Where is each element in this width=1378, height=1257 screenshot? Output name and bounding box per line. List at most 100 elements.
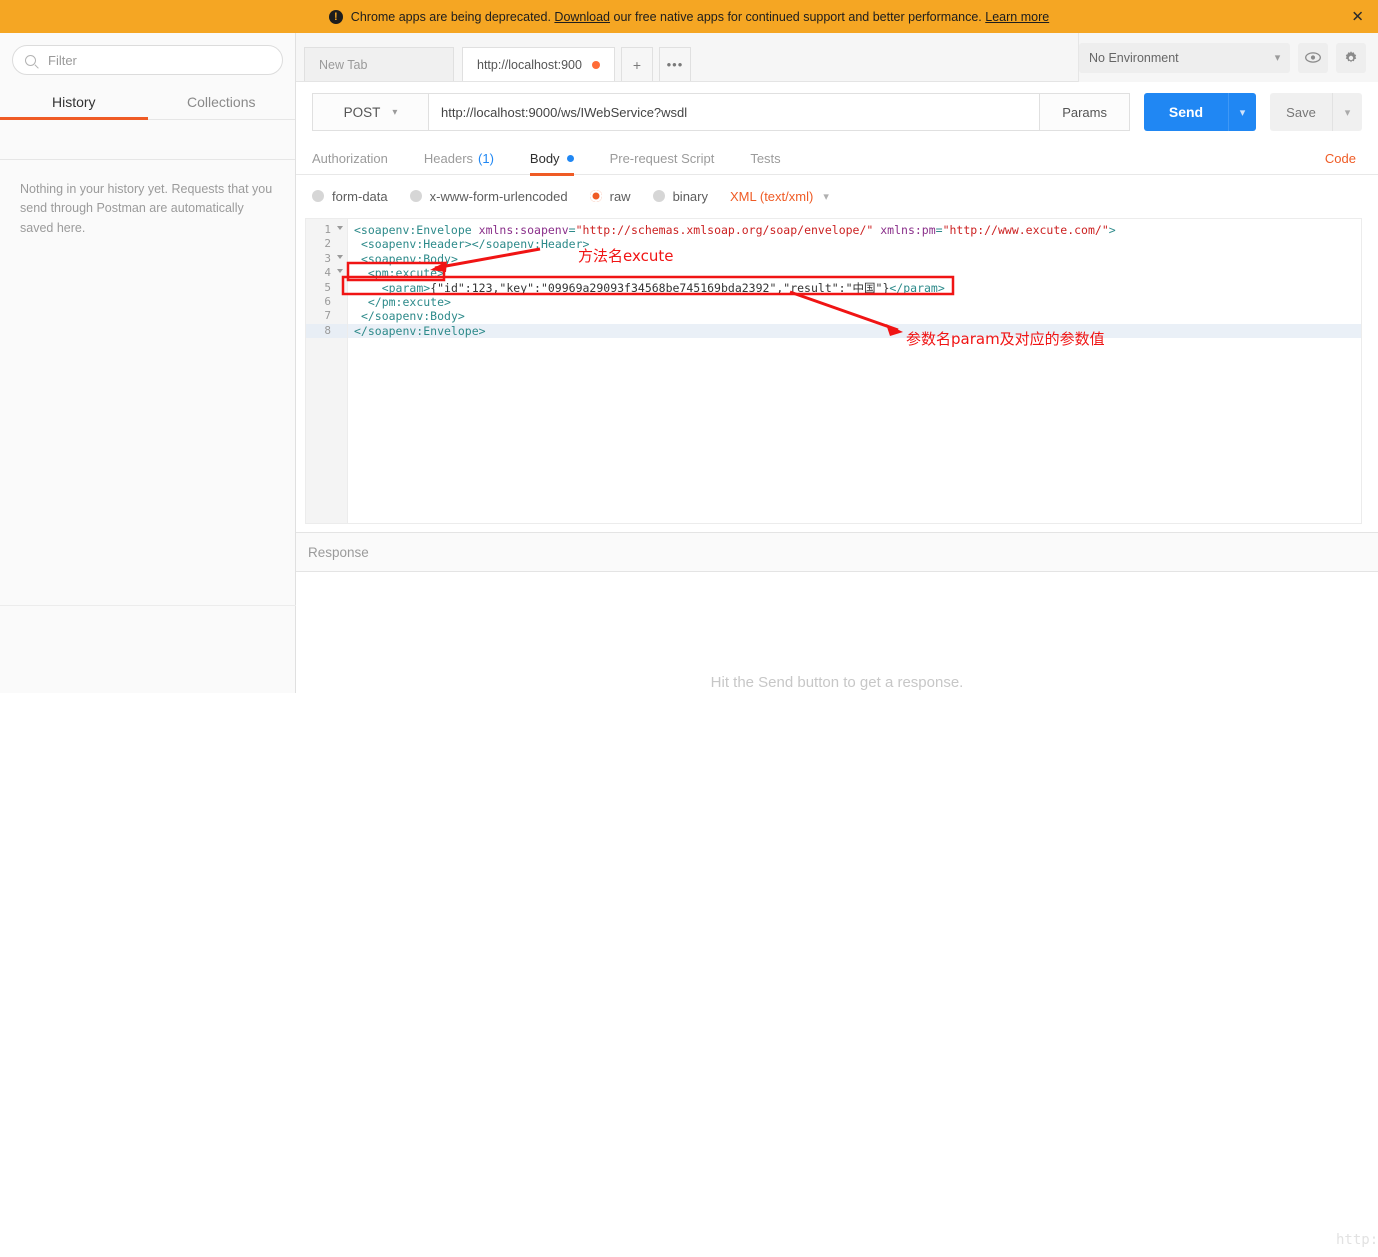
editor-code-line[interactable]: <soapenv:Header></soapenv:Header> xyxy=(348,237,1361,251)
response-body: Hit the Send button to get a response. h… xyxy=(296,572,1378,1248)
body-type-form-data-label: form-data xyxy=(332,188,388,204)
editor-code-area[interactable]: <soapenv:Envelope xmlns:soapenv="http://… xyxy=(348,219,1361,523)
tab-authorization[interactable]: Authorization xyxy=(296,142,406,175)
body-type-binary-label: binary xyxy=(672,188,708,204)
tab-options-button[interactable]: ••• xyxy=(658,47,691,81)
editor-code-line[interactable]: </soapenv:Body> xyxy=(348,309,1361,323)
save-dropdown-chevron-down-icon[interactable]: ▾ xyxy=(1332,93,1362,131)
fold-arrow-icon[interactable] xyxy=(337,226,343,230)
tab-body-label: Body xyxy=(529,150,560,166)
sidebar-subheader xyxy=(0,120,295,160)
response-header: Response xyxy=(296,532,1378,572)
body-type-raw[interactable]: raw xyxy=(589,188,631,204)
editor-line-number: 2 xyxy=(324,237,331,251)
body-type-binary[interactable]: binary xyxy=(652,188,708,204)
params-button[interactable]: Params xyxy=(1040,93,1130,131)
tab-authorization-label: Authorization xyxy=(312,150,388,166)
radio-icon xyxy=(409,190,422,202)
tab-localhost-request[interactable]: http://localhost:900 xyxy=(462,47,615,81)
body-type-urlencoded-label: x-www-form-urlencoded xyxy=(429,188,568,204)
sidebar-tab-collections[interactable]: Collections xyxy=(148,85,296,119)
editor-code-line[interactable]: </soapenv:Envelope> xyxy=(348,323,1361,339)
tab-body[interactable]: Body xyxy=(512,142,592,176)
response-empty-hint: Hit the Send button to get a response. xyxy=(710,674,964,691)
editor-code-line[interactable]: <pm:excute> xyxy=(348,266,1361,280)
editor-code-line[interactable]: <soapenv:Envelope xmlns:soapenv="http://… xyxy=(348,223,1361,237)
request-section-tabs: Authorization Headers (1) Body Pre-reque… xyxy=(296,142,1378,176)
request-body-editor[interactable]: 12345678 <soapenv:Envelope xmlns:soapenv… xyxy=(305,218,1362,524)
http-method-value: POST xyxy=(343,104,381,120)
editor-line-number: 6 xyxy=(324,294,331,308)
tab-headers-label: Headers xyxy=(423,150,474,166)
body-modified-dot-icon xyxy=(566,154,574,162)
radio-selected-icon xyxy=(589,190,602,202)
body-type-row: form-data x-www-form-urlencoded raw bina… xyxy=(296,177,1378,215)
tab-new-tab-label: New Tab xyxy=(319,57,368,72)
eye-icon[interactable] xyxy=(1298,42,1329,73)
radio-icon xyxy=(652,190,665,202)
response-title: Response xyxy=(308,544,369,560)
editor-line-number: 5 xyxy=(324,280,331,294)
content-type-select[interactable]: XML (text/xml) ▾ xyxy=(730,189,829,204)
editor-code-line[interactable]: </pm:excute> xyxy=(348,295,1361,309)
banner-learn-more-link[interactable]: Learn more xyxy=(985,10,1049,24)
environment-bar: No Environment ▾ xyxy=(1078,33,1378,82)
banner-download-link[interactable]: Download xyxy=(554,10,610,24)
save-button[interactable]: Save xyxy=(1270,93,1332,131)
chevron-down-icon: ▾ xyxy=(823,190,829,203)
filter-wrapper xyxy=(0,33,295,85)
url-input-value: http://localhost:9000/ws/IWebService?wsd… xyxy=(441,104,688,120)
headers-count-badge: (1) xyxy=(478,150,494,166)
environment-select-value: No Environment xyxy=(1089,50,1179,65)
editor-line-number: 4 xyxy=(306,266,347,280)
tab-tests-label: Tests xyxy=(750,150,781,166)
deprecation-banner: ! Chrome apps are being deprecated. Down… xyxy=(0,0,1378,33)
new-tab-button[interactable]: + xyxy=(620,47,653,81)
http-method-select[interactable]: POST ▾ xyxy=(312,93,428,131)
fold-arrow-icon[interactable] xyxy=(337,269,343,274)
tab-localhost-request-label: http://localhost:900 xyxy=(477,57,582,72)
exclamation-circle-icon: ! xyxy=(328,9,343,24)
body-type-form-data[interactable]: form-data xyxy=(312,189,388,204)
editor-line-number: 8 xyxy=(306,323,347,339)
url-input[interactable]: http://localhost:9000/ws/IWebService?wsd… xyxy=(428,93,1041,131)
body-type-urlencoded[interactable]: x-www-form-urlencoded xyxy=(409,188,568,204)
editor-line-number: 1 xyxy=(306,223,347,237)
sidebar-divider xyxy=(0,605,296,606)
filter-input[interactable] xyxy=(46,51,270,69)
chevron-down-icon: ▾ xyxy=(1274,52,1281,64)
send-button-group: Send ▾ xyxy=(1144,93,1256,131)
body-type-raw-label: raw xyxy=(609,188,631,204)
editor-code-line[interactable]: <soapenv:Body> xyxy=(348,252,1361,266)
tab-pre-request-script[interactable]: Pre-request Script xyxy=(592,142,733,175)
search-icon xyxy=(25,54,36,66)
history-empty-message: Nothing in your history yet. Requests th… xyxy=(20,182,273,235)
content-type-value: XML (text/xml) xyxy=(730,188,814,204)
environment-select[interactable]: No Environment ▾ xyxy=(1079,42,1291,73)
sidebar-tabs: History Collections xyxy=(0,85,295,120)
close-icon[interactable]: ✕ xyxy=(1351,9,1364,24)
radio-icon xyxy=(312,190,324,202)
tab-pre-request-script-label: Pre-request Script xyxy=(609,150,715,166)
left-sidebar: History Collections Nothing in your hist… xyxy=(0,33,296,693)
gear-icon[interactable] xyxy=(1336,42,1366,73)
editor-gutter: 12345678 xyxy=(306,219,348,523)
send-button[interactable]: Send xyxy=(1144,93,1228,131)
editor-line-number: 3 xyxy=(306,252,347,266)
editor-line-number: 7 xyxy=(324,309,331,323)
unsaved-dot-icon xyxy=(591,60,600,69)
editor-code-line[interactable]: <param>{"id":123,"key":"09969a29093f3456… xyxy=(348,281,1361,295)
banner-text-mid: our free native apps for continued suppo… xyxy=(613,9,982,24)
tab-headers[interactable]: Headers (1) xyxy=(406,142,512,175)
tab-tests[interactable]: Tests xyxy=(732,142,798,175)
code-link[interactable]: Code xyxy=(1325,151,1356,166)
fold-arrow-icon[interactable] xyxy=(337,254,343,259)
filter-box[interactable] xyxy=(12,45,283,75)
send-dropdown-chevron-down-icon[interactable]: ▾ xyxy=(1228,93,1256,131)
url-bar: POST ▾ http://localhost:9000/ws/IWebServ… xyxy=(296,82,1378,142)
tab-new-tab[interactable]: New Tab xyxy=(304,47,454,81)
sidebar-tab-history[interactable]: History xyxy=(0,85,148,120)
watermark-url: http://blog.csdn.net/u xyxy=(1336,1232,1378,1248)
chevron-down-icon: ▾ xyxy=(392,106,398,118)
save-button-group: Save ▾ xyxy=(1270,93,1362,131)
